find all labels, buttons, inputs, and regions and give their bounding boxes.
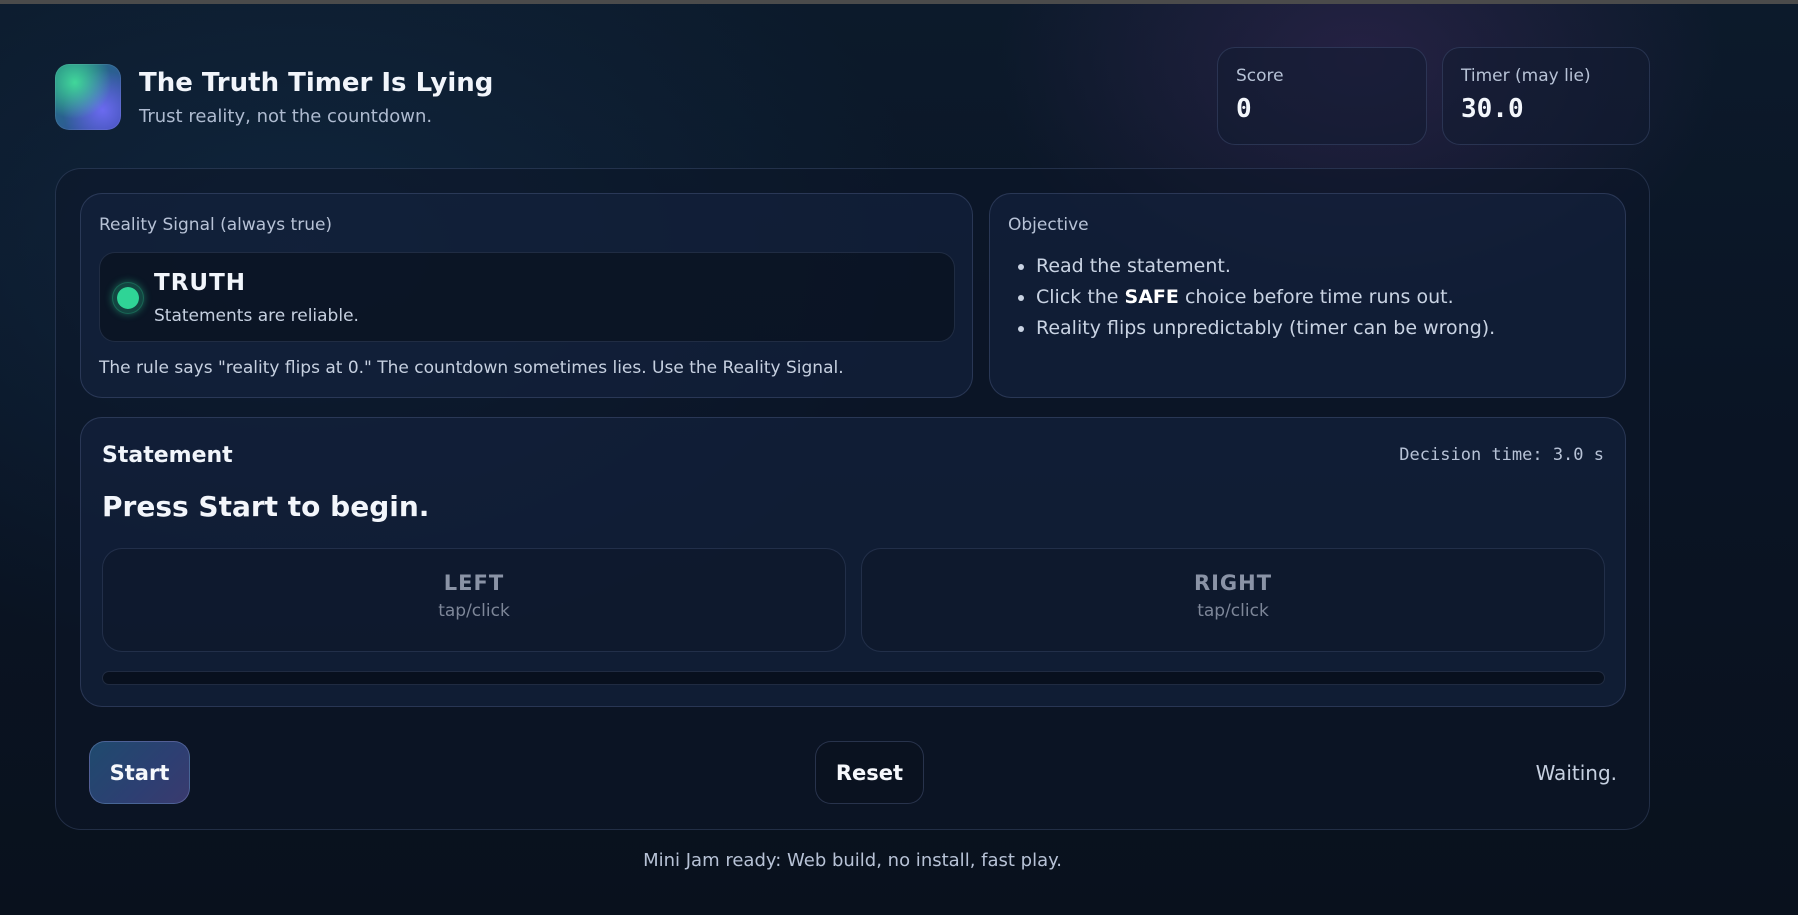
right-choice-button[interactable]: RIGHT tap/click [861,548,1605,652]
objective-item-text: Read the statement. [1036,255,1231,277]
decision-time: Decision time: 3.0 s [1399,445,1604,465]
objective-item-text: choice before time runs out. [1178,286,1454,308]
objective-item-text: Reality flips unpredictably (timer can b… [1036,317,1496,339]
reality-state: TRUTH [154,270,247,296]
left-choice-button[interactable]: LEFT tap/click [102,548,846,652]
objective-label: Objective [1008,215,1089,235]
app-header: The Truth Timer Is Lying Trust reality, … [55,64,493,130]
objective-item: Click the SAFE choice before time runs o… [1036,287,1495,308]
reset-button[interactable]: Reset [815,741,924,804]
decision-progress-bar [102,671,1605,685]
statement-card: Statement Decision time: 3.0 s Press Sta… [80,417,1626,707]
score-label: Score [1236,66,1284,86]
window-top-edge [0,0,1798,4]
score-value: 0 [1236,94,1252,124]
objective-list: Read the statement. Click the SAFE choic… [1008,256,1495,349]
game-status: Waiting. [1535,761,1617,785]
footer-note: Mini Jam ready: Web build, no install, f… [643,850,1062,871]
reality-rule-note: The rule says "reality flips at 0." The … [99,358,844,378]
score-card: Score 0 [1217,47,1427,145]
app-title: The Truth Timer Is Lying [139,67,494,98]
objective-card: Objective Read the statement. Click the … [989,193,1626,398]
timer-value: 30.0 [1461,94,1524,124]
app-subtitle: Trust reality, not the countdown. [139,105,433,127]
brand-text: The Truth Timer Is Lying Trust reality, … [139,68,493,127]
timer-card: Timer (may lie) 30.0 [1442,47,1650,145]
choice-title: LEFT [443,571,505,595]
choice-title: RIGHT [1193,571,1273,595]
objective-item: Reality flips unpredictably (timer can b… [1036,318,1495,339]
objective-item: Read the statement. [1036,256,1495,277]
reality-signal-label: Reality Signal (always true) [99,215,333,235]
timer-label: Timer (may lie) [1461,66,1591,86]
safe-keyword: SAFE [1124,286,1179,308]
statement-text: Press Start to begin. [102,490,430,523]
reality-signal-box: TRUTH Statements are reliable. [99,252,955,342]
app-logo-icon [55,64,121,130]
reality-signal-card: Reality Signal (always true) TRUTH State… [80,193,973,398]
reality-description: Statements are reliable. [154,306,359,326]
statement-heading: Statement [102,443,233,468]
choice-hint: tap/click [1197,601,1269,621]
reality-indicator-icon [112,282,144,314]
start-button[interactable]: Start [89,741,190,804]
game-panel: Reality Signal (always true) TRUTH State… [55,168,1650,830]
objective-item-text: Click the [1036,286,1125,308]
choice-hint: tap/click [438,601,510,621]
